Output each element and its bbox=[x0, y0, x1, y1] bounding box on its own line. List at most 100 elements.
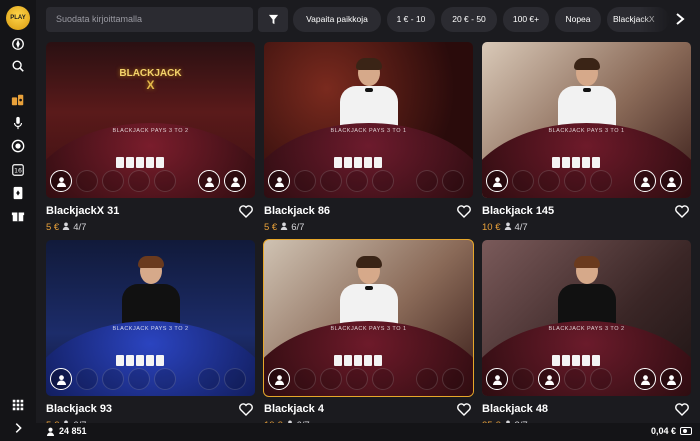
game-title-row: Blackjack 4 bbox=[264, 401, 473, 419]
game-card[interactable]: BLACKJACK PAYS 3 TO 1Blackjack 410 €6/7 bbox=[263, 239, 474, 432]
game-card[interactable]: BLACKJACK PAYS 3 TO 1 Blackjack 86 5 € 6/7 bbox=[264, 42, 473, 234]
cards-icon[interactable] bbox=[10, 185, 26, 201]
taken-seat bbox=[372, 368, 394, 390]
scroll-right-button[interactable] bbox=[670, 9, 690, 29]
free-seat-button[interactable] bbox=[634, 170, 656, 192]
favorite-heart-icon[interactable] bbox=[457, 403, 471, 416]
favorite-heart-icon[interactable] bbox=[239, 403, 253, 416]
game-title[interactable]: Blackjack 145 bbox=[482, 203, 691, 219]
chip-free-seats[interactable]: Vapaita paikkoja bbox=[293, 7, 381, 32]
chip-icon[interactable] bbox=[10, 138, 26, 154]
free-seat-button[interactable] bbox=[224, 170, 246, 192]
free-seat-button[interactable] bbox=[198, 170, 220, 192]
game-title[interactable]: Blackjack 4 bbox=[264, 401, 473, 417]
game-title-row: Blackjack 145 bbox=[482, 203, 691, 221]
balance-amount: 0,04 € bbox=[650, 426, 676, 436]
chip-price-20-50[interactable]: 20 € - 50 bbox=[441, 7, 497, 32]
playing-cards bbox=[334, 355, 382, 366]
brand-logo-text: PLAY bbox=[10, 15, 26, 21]
taken-seat bbox=[198, 368, 220, 390]
free-seat-button[interactable] bbox=[268, 368, 290, 390]
explore-icon[interactable] bbox=[10, 36, 26, 52]
expand-icon[interactable] bbox=[10, 420, 26, 436]
taken-seat bbox=[294, 368, 316, 390]
live-casino-icon[interactable] bbox=[10, 92, 26, 108]
chips-fade bbox=[640, 6, 670, 34]
free-seat-button[interactable] bbox=[50, 368, 72, 390]
seat-count: 6/7 bbox=[291, 222, 305, 233]
person-icon bbox=[504, 222, 512, 234]
playing-card bbox=[374, 157, 382, 168]
search-icon[interactable] bbox=[10, 58, 26, 74]
taken-seat bbox=[512, 170, 534, 192]
favorite-heart-icon[interactable] bbox=[457, 205, 471, 218]
game-title[interactable]: Blackjack 48 bbox=[482, 401, 691, 417]
playing-card bbox=[374, 355, 382, 366]
game-card[interactable]: BLACKJACK X BLACKJACK PAYS 3 TO 2 Blackjack… bbox=[46, 42, 255, 234]
game-thumbnail[interactable]: BLACKJACK PAYS 3 TO 1 bbox=[264, 42, 473, 198]
chip-fast[interactable]: Nopea bbox=[555, 7, 601, 32]
taken-seat bbox=[76, 170, 98, 192]
free-seat-button[interactable] bbox=[660, 170, 682, 192]
search-input[interactable]: Suodata kirjoittamalla bbox=[46, 7, 253, 32]
taken-seat bbox=[564, 170, 586, 192]
gift-icon[interactable] bbox=[10, 208, 26, 224]
game-title[interactable]: BlackjackX 31 bbox=[46, 203, 255, 219]
playing-cards bbox=[116, 355, 164, 366]
game-card[interactable]: BLACKJACK PAYS 3 TO 2Blackjack 935 €6/7 bbox=[46, 240, 255, 432]
game-thumbnail[interactable]: BLACKJACK PAYS 3 TO 1 bbox=[263, 239, 474, 397]
chip-price-1-10[interactable]: 1 € - 10 bbox=[387, 7, 435, 32]
taken-seat bbox=[128, 170, 150, 192]
grid-icon[interactable] bbox=[10, 397, 26, 413]
playing-card bbox=[562, 355, 570, 366]
felt-text: BLACKJACK PAYS 3 TO 1 bbox=[548, 128, 625, 134]
felt-text: BLACKJACK PAYS 3 TO 1 bbox=[330, 326, 407, 332]
min-bet: 5 € bbox=[264, 222, 278, 233]
free-seat-button[interactable] bbox=[486, 170, 508, 192]
filter-button[interactable] bbox=[258, 7, 288, 32]
sidebar: PLAY 16 bbox=[0, 0, 36, 441]
game-thumbnail[interactable]: BLACKJACK PAYS 3 TO 2 bbox=[482, 240, 691, 396]
game-thumbnail[interactable]: BLACKJACK PAYS 3 TO 1 bbox=[482, 42, 691, 198]
game-thumbnail[interactable]: BLACKJACK PAYS 3 TO 2 bbox=[46, 240, 255, 396]
wallet-icon bbox=[680, 427, 692, 435]
chip-price-100[interactable]: 100 €+ bbox=[503, 7, 549, 32]
person-icon bbox=[46, 427, 55, 436]
favorite-heart-icon[interactable] bbox=[675, 205, 689, 218]
taken-seat bbox=[154, 368, 176, 390]
playing-card bbox=[116, 157, 124, 168]
brand-logo[interactable]: PLAY bbox=[6, 6, 30, 30]
game-card[interactable]: BLACKJACK PAYS 3 TO 2Blackjack 4825 €3/7 bbox=[482, 240, 691, 432]
min-bet: 10 € bbox=[482, 222, 501, 233]
playing-card bbox=[364, 355, 372, 366]
roulette-icon[interactable]: 16 bbox=[10, 162, 26, 178]
taken-seat bbox=[128, 368, 150, 390]
free-seat-button[interactable] bbox=[634, 368, 656, 390]
free-seat-button[interactable] bbox=[50, 170, 72, 192]
balance[interactable]: 0,04 € bbox=[651, 426, 692, 436]
game-thumbnail[interactable]: BLACKJACK X BLACKJACK PAYS 3 TO 2 bbox=[46, 42, 255, 198]
playing-card bbox=[572, 157, 580, 168]
free-seat-button[interactable] bbox=[268, 170, 290, 192]
felt-text: BLACKJACK PAYS 3 TO 2 bbox=[112, 326, 189, 332]
seat-row bbox=[482, 368, 691, 390]
playing-card bbox=[582, 157, 590, 168]
game-card[interactable]: BLACKJACK PAYS 3 TO 1 Blackjack 145 10 € 4/… bbox=[482, 42, 691, 234]
taken-seat bbox=[320, 368, 342, 390]
favorite-heart-icon[interactable] bbox=[239, 205, 253, 218]
favorite-heart-icon[interactable] bbox=[675, 403, 689, 416]
game-title[interactable]: Blackjack 86 bbox=[264, 203, 473, 219]
felt-text: BLACKJACK PAYS 3 TO 2 bbox=[112, 128, 189, 134]
playing-cards bbox=[334, 157, 382, 168]
game-title[interactable]: Blackjack 93 bbox=[46, 401, 255, 417]
free-seat-button[interactable] bbox=[660, 368, 682, 390]
taken-seat bbox=[102, 368, 124, 390]
taken-seat bbox=[224, 368, 246, 390]
players-count: 24 851 bbox=[59, 426, 87, 436]
mic-icon[interactable] bbox=[10, 115, 26, 131]
free-seat-button[interactable] bbox=[486, 368, 508, 390]
game-meta: 5 € 4/7 bbox=[46, 222, 255, 234]
free-seat-button[interactable] bbox=[538, 368, 560, 390]
taken-seat bbox=[294, 170, 316, 192]
svg-text:16: 16 bbox=[14, 168, 22, 175]
